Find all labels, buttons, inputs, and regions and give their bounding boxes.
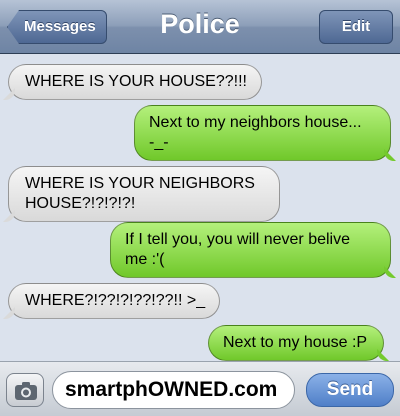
message-text-line: WHERE IS YOUR NEIGHBORS [25, 175, 255, 192]
incoming-message: WHERE IS YOUR NEIGHBORS HOUSE?!?!?!?! [3, 166, 280, 222]
message-text: WHERE IS YOUR HOUSE??!!! [25, 73, 247, 90]
incoming-message: WHERE IS YOUR HOUSE??!!! [3, 64, 262, 100]
outgoing-message: Next to my neighbors house... -_- [134, 105, 396, 161]
bubble-tail [3, 88, 15, 100]
message-text: WHERE?!??!?!??!??!! >_ [25, 292, 206, 309]
bubble-tail [384, 266, 396, 278]
incoming-message: WHERE?!??!?!??!??!! >_ [3, 283, 221, 319]
message-text-line: -_- [149, 134, 169, 151]
send-button[interactable]: Send [306, 373, 394, 407]
message-text-line: me :'( [125, 251, 165, 268]
navigation-bar: Messages Police Edit [0, 0, 400, 54]
camera-icon [15, 382, 37, 400]
message-text-line: If I tell you, you will never belive [125, 231, 350, 248]
bubble-tail [3, 307, 15, 319]
composer-bar: smartphOWNED.com Send [0, 361, 400, 416]
message-text-line: HOUSE?!?!?!?! [25, 195, 136, 212]
message-input[interactable]: smartphOWNED.com [52, 371, 295, 409]
message-text-line: Next to my neighbors house... [149, 114, 362, 131]
outgoing-message: Next to my house :P [208, 325, 390, 361]
bubble-tail [377, 349, 390, 361]
edit-button[interactable]: Edit [319, 10, 393, 44]
message-text: Next to my house :P [223, 334, 368, 351]
message-list: WHERE IS YOUR HOUSE??!!! Next to my neig… [0, 55, 400, 361]
outgoing-message: If I tell you, you will never belive me … [110, 222, 396, 278]
bubble-tail [384, 149, 396, 161]
bubble-tail [3, 210, 15, 222]
camera-button[interactable] [6, 373, 44, 407]
